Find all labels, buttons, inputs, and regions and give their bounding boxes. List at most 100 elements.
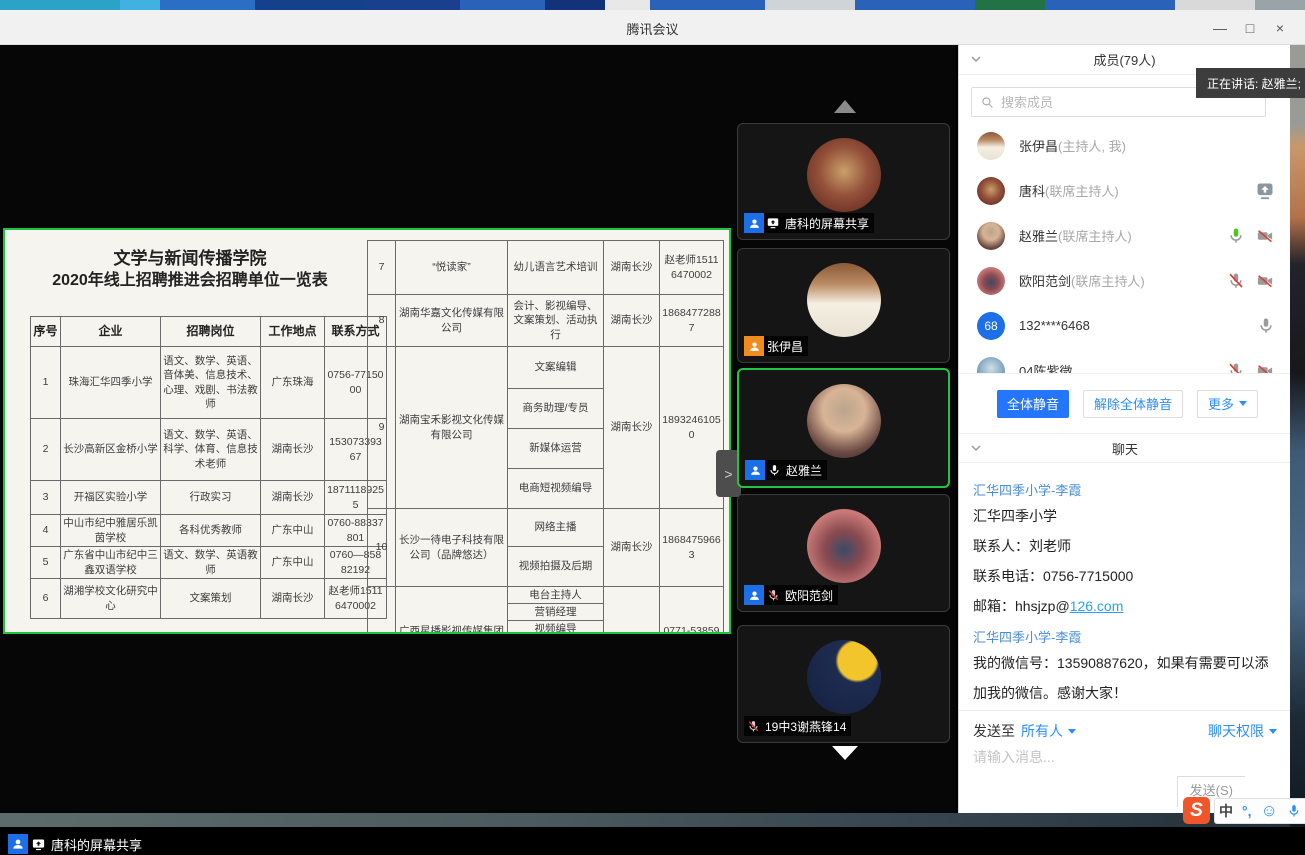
taskbar-app-icon[interactable] <box>1255 0 1305 10</box>
recruit-table-left: 序号企业 招聘岗位工作地点 联系方式 1珠海汇华四季小学 语文、数学、英语、音体… <box>30 316 387 619</box>
send-to-label: 发送至 <box>973 721 1015 741</box>
person-icon <box>744 336 764 356</box>
taskbar-app-icon[interactable] <box>160 0 255 10</box>
shared-document: 文学与新闻传播学院 2020年线上招聘推进会招聘单位一览表 序号企业 招聘岗位工… <box>3 228 731 634</box>
more-button[interactable]: 更多 <box>1197 390 1258 418</box>
taskbar-app-icon[interactable] <box>255 0 365 10</box>
mic-on-icon[interactable] <box>1257 317 1275 335</box>
camera-off-icon[interactable] <box>1255 362 1275 374</box>
mic-muted-icon[interactable] <box>1227 362 1245 374</box>
message-input[interactable] <box>973 749 1273 765</box>
maximize-button[interactable]: □ <box>1235 14 1265 42</box>
emoji-icon[interactable]: ☺ <box>1261 801 1278 821</box>
avatar <box>807 263 881 337</box>
scroll-up-arrow[interactable] <box>834 100 856 113</box>
member-row[interactable]: 欧阳范剑 (联席主持人) <box>959 258 1291 303</box>
caret-down-icon <box>1269 729 1277 734</box>
chevron-right-icon: > <box>724 466 732 482</box>
member-list: 张伊昌 (主持人, 我) 唐科 (联席主持人) 赵雅兰 (联席主持人) 欧阳范剑… <box>959 123 1291 373</box>
video-tile-speaking[interactable]: 赵雅兰 <box>737 368 950 488</box>
chat-permission-dropdown[interactable]: 聊天权限 <box>1208 721 1277 741</box>
ime-punctuation[interactable]: °, <box>1242 803 1252 819</box>
table-row: 3开福区实验小学 行政实习湖南长沙 18711189255 <box>31 481 387 515</box>
table-row: 1珠海汇华四季小学 语文、数学、英语、音体美、信息技术、心理、戏剧、书法教师广东… <box>31 347 387 419</box>
mic-active-icon[interactable] <box>1227 227 1245 245</box>
table-row: 11广西星播影视传媒集团有限公司 电台主持人广西南宁 0771-5385939 <box>368 587 724 604</box>
minimize-button[interactable]: — <box>1205 14 1235 42</box>
taskbar-app-icon[interactable] <box>975 0 1045 10</box>
avatar <box>977 132 1005 160</box>
mic-muted-icon[interactable] <box>1227 272 1245 290</box>
taskbar-app-icon[interactable] <box>0 0 120 10</box>
avatar <box>977 177 1005 205</box>
member-actions: 全体静音 解除全体静音 更多 <box>959 373 1291 433</box>
chat-sender: 汇华四季小学-李霞 <box>973 480 1277 499</box>
member-row[interactable]: 张伊昌 (主持人, 我) <box>959 123 1291 168</box>
chevron-down-icon[interactable] <box>971 55 981 63</box>
sogou-ime-logo[interactable]: S <box>1183 797 1210 824</box>
taskbar-app-icon[interactable] <box>460 0 545 10</box>
member-row[interactable]: 68 132****6468 <box>959 303 1291 348</box>
chat-email-line: 邮箱：hhsjzp@126.com <box>973 591 1277 621</box>
person-icon <box>745 460 765 480</box>
ime-mode-chinese[interactable]: 中 <box>1219 801 1233 821</box>
taskbar-app-icon[interactable] <box>650 0 765 10</box>
table-row: 6湖湘学校文化研究中心 文案策划湖南长沙 赵老师15116470002 <box>31 579 387 619</box>
avatar <box>807 509 881 583</box>
chat-message: 汇华四季小学-李霞 汇华四季小学 联系人：刘老师 联系电话：0756-77150… <box>973 480 1277 621</box>
participant-name: 唐科的屏幕共享 <box>785 215 869 232</box>
avatar <box>807 138 881 212</box>
video-tile[interactable]: 张伊昌 <box>737 248 950 363</box>
camera-off-icon[interactable] <box>1255 272 1275 290</box>
screen-share-icon <box>764 214 782 232</box>
mute-all-button[interactable]: 全体静音 <box>997 390 1069 418</box>
close-button[interactable]: × <box>1265 14 1295 42</box>
video-tile[interactable]: 唐科的屏幕共享 <box>737 123 950 240</box>
unmute-all-button[interactable]: 解除全体静音 <box>1083 390 1183 418</box>
participant-name: 19中3谢燕锋14 <box>765 718 846 735</box>
taskbar-app-icon[interactable] <box>1045 0 1175 10</box>
desktop-taskbar <box>0 0 1305 10</box>
member-row[interactable]: 唐科 (联席主持人) <box>959 168 1291 213</box>
participant-name: 张伊昌 <box>767 338 803 355</box>
participant-name: 欧阳范剑 <box>785 587 833 604</box>
chat-messages: 汇华四季小学-李霞 汇华四季小学 联系人：刘老师 联系电话：0756-77150… <box>959 464 1291 710</box>
screen-share-icon <box>1255 181 1275 201</box>
ime-toolbar: S 中 °, ☺ <box>1183 797 1305 824</box>
scroll-down-arrow[interactable] <box>832 746 858 760</box>
member-row[interactable]: 赵雅兰 (联席主持人) <box>959 213 1291 258</box>
send-to-dropdown[interactable]: 所有人 <box>1021 721 1076 741</box>
screen-share-owner-label: 唐科的屏幕共享 <box>8 833 148 855</box>
meeting-sidebar: 成员(79人) 张伊昌 (主持人, 我) 唐科 (联席主持人) 赵雅兰 (联席主… <box>958 45 1290 813</box>
avatar <box>977 267 1005 295</box>
desktop-wallpaper-strip <box>1290 45 1305 827</box>
taskbar-app-icon[interactable] <box>120 0 160 10</box>
chevron-down-icon[interactable] <box>971 444 981 452</box>
email-link[interactable]: 126.com <box>1070 598 1124 614</box>
chat-message: 汇华四季小学-李霞 我的微信号：13590887620，如果有需要可以添加我的微… <box>973 627 1277 708</box>
screen-share-icon <box>28 834 48 854</box>
person-icon <box>744 585 764 605</box>
taskbar-app-icon[interactable] <box>1175 0 1255 10</box>
mic-on-icon <box>765 461 783 479</box>
chat-sender: 汇华四季小学-李霞 <box>973 627 1277 646</box>
taskbar-app-icon[interactable] <box>545 0 605 10</box>
participant-name: 赵雅兰 <box>786 462 822 479</box>
recruit-table-right: 7“悦读家” 幼儿语言艺术培训湖南长沙 赵老师15116470002 8湖南华嘉… <box>367 240 724 634</box>
taskbar-app-icon[interactable] <box>765 0 855 10</box>
table-row: 9湖南宝禾影视文化传媒有限公司 文案编辑湖南长沙 18932461050 <box>368 347 724 389</box>
member-row[interactable]: 04陈紫微 <box>959 348 1291 373</box>
window-titlebar: 腾讯会议 — □ × <box>0 10 1305 45</box>
taskbar-app-icon[interactable] <box>605 0 650 10</box>
voice-input-icon[interactable] <box>1287 803 1301 819</box>
table-row: 4中山市纪中雅居乐凯茵学校 各科优秀教师广东中山 0760-88337801 <box>31 515 387 547</box>
search-icon <box>981 96 994 109</box>
video-tile[interactable]: 欧阳范剑 <box>737 494 950 612</box>
taskbar-app-icon[interactable] <box>855 0 975 10</box>
chat-header: 聊天 <box>959 433 1291 463</box>
taskbar-app-icon[interactable] <box>365 0 460 10</box>
participant-filmstrip: 唐科的屏幕共享 张伊昌 赵雅兰 <box>737 45 950 813</box>
video-tile[interactable]: 19中3谢燕锋14 <box>737 625 950 743</box>
camera-off-icon[interactable] <box>1255 227 1275 245</box>
table-row: 8湖南华嘉文化传媒有限公司 会计、影视编导、文案策划、活动执行湖南长沙 1868… <box>368 295 724 347</box>
